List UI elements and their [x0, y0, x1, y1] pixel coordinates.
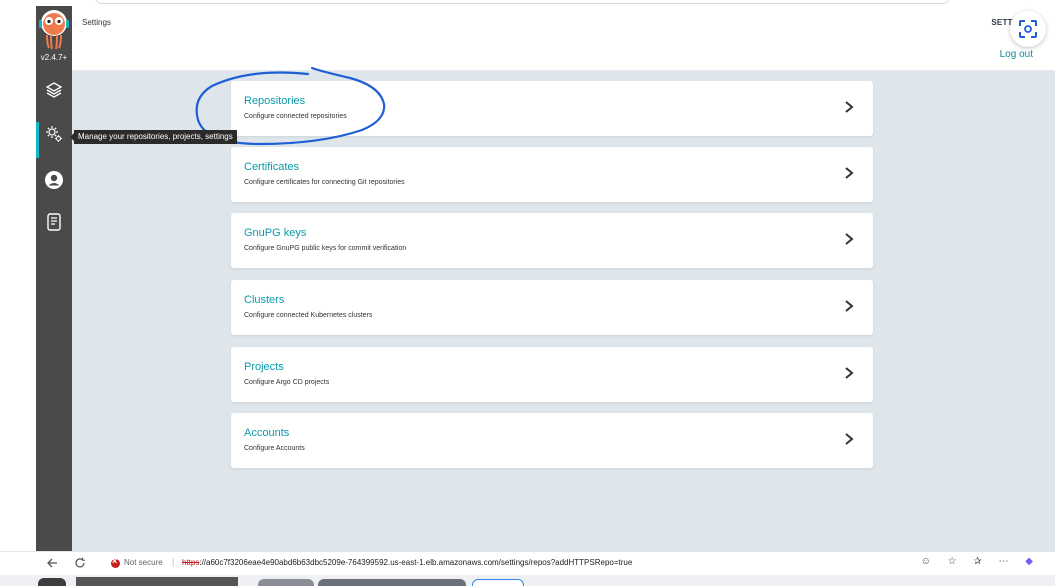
taskbar-item[interactable] — [318, 579, 466, 586]
card-title: GnuPG keys — [244, 227, 307, 239]
browser-toolbar-icons: ☺ ☆ ✰ ⋯ ◆ — [907, 556, 1033, 567]
reload-icon[interactable] — [74, 557, 86, 569]
settings-card-repositories[interactable]: Repositories Configure connected reposit… — [231, 81, 873, 136]
url-separator: | — [172, 557, 175, 567]
user-icon — [45, 171, 63, 189]
sidebar-active-indicator — [36, 122, 39, 158]
url-text[interactable]: https://a60c7f3206eae4e90abd6b63dbc5209e… — [182, 558, 632, 567]
page-title: Settings — [82, 18, 111, 27]
reading-mode-icon[interactable]: ☺ — [921, 556, 931, 567]
favorites-list-icon[interactable]: ✰ — [973, 556, 981, 567]
taskbar-item[interactable] — [258, 579, 314, 586]
chevron-right-icon — [845, 233, 854, 245]
logout-link[interactable]: Log out — [1000, 49, 1033, 60]
card-description: Configure Argo CD projects — [244, 379, 330, 386]
settings-card-clusters[interactable]: Clusters Configure connected Kubernetes … — [231, 280, 873, 335]
scan-frame-icon — [1019, 20, 1037, 38]
browser-tab-strip — [95, 0, 950, 4]
settings-card-gnupg-keys[interactable]: GnuPG keys Configure GnuPG public keys f… — [231, 213, 873, 268]
sidebar-item-applications[interactable] — [42, 78, 66, 102]
sidebar-item-settings[interactable] — [42, 122, 66, 146]
card-description: Configure certificates for connecting Gi… — [244, 179, 405, 186]
settings-card-projects[interactable]: Projects Configure Argo CD projects — [231, 347, 873, 402]
sidebar-item-documentation[interactable] — [42, 210, 66, 234]
chevron-right-icon — [845, 367, 854, 379]
card-title: Clusters — [244, 294, 285, 306]
card-title: Projects — [244, 361, 284, 373]
card-title: Certificates — [244, 161, 300, 173]
taskbar-item-active[interactable] — [472, 579, 524, 586]
chevron-right-icon — [845, 167, 854, 179]
browser-address-bar: Not secure | https://a60c7f3206eae4e90ab… — [0, 551, 1055, 575]
card-description: Configure connected repositories — [244, 113, 347, 120]
layers-icon — [45, 82, 63, 98]
card-title: Accounts — [244, 427, 290, 439]
taskbar — [0, 575, 1055, 586]
favorite-star-icon[interactable]: ☆ — [948, 556, 957, 567]
url-field[interactable]: Not secure | https://a60c7f3206eae4e90ab… — [100, 555, 1035, 573]
url-rest: ://a60c7f3206eae4e90abd6b63dbc5209e-7643… — [199, 558, 633, 567]
more-menu-icon[interactable]: ⋯ — [999, 556, 1009, 567]
gear-icon — [46, 126, 62, 142]
settings-card-accounts[interactable]: Accounts Configure Accounts — [231, 413, 873, 468]
url-scheme: https — [182, 558, 200, 567]
chevron-right-icon — [845, 433, 854, 445]
settings-card-certificates[interactable]: Certificates Configure certificates for … — [231, 147, 873, 202]
security-label[interactable]: Not secure — [124, 558, 163, 567]
taskbar-app-icon[interactable] — [38, 578, 66, 586]
card-title: Repositories — [244, 95, 306, 107]
app-window: v2.4.7+ Settings Log out Repositories Co… — [0, 0, 1055, 586]
docs-icon — [47, 213, 61, 231]
argo-logo-icon[interactable] — [38, 8, 70, 52]
screen-capture-button[interactable] — [1010, 11, 1046, 47]
copilot-icon[interactable]: ◆ — [1025, 556, 1033, 567]
card-description: Configure GnuPG public keys for commit v… — [244, 245, 407, 252]
card-description: Configure Accounts — [244, 445, 305, 452]
back-arrow-icon[interactable] — [46, 557, 58, 569]
card-description: Configure connected Kubernetes clusters — [244, 312, 373, 319]
top-header: Settings SETTINGS Log out — [72, 6, 1055, 71]
sidebar-tooltip: Manage your repositories, projects, sett… — [70, 130, 237, 144]
chevron-right-icon — [845, 101, 854, 113]
sidebar-item-user-info[interactable] — [42, 168, 66, 192]
chevron-right-icon — [845, 300, 854, 312]
sidebar: v2.4.7+ — [36, 6, 72, 551]
taskbar-item[interactable] — [76, 577, 238, 586]
not-secure-icon — [111, 556, 120, 568]
version-label: v2.4.7+ — [40, 53, 68, 62]
